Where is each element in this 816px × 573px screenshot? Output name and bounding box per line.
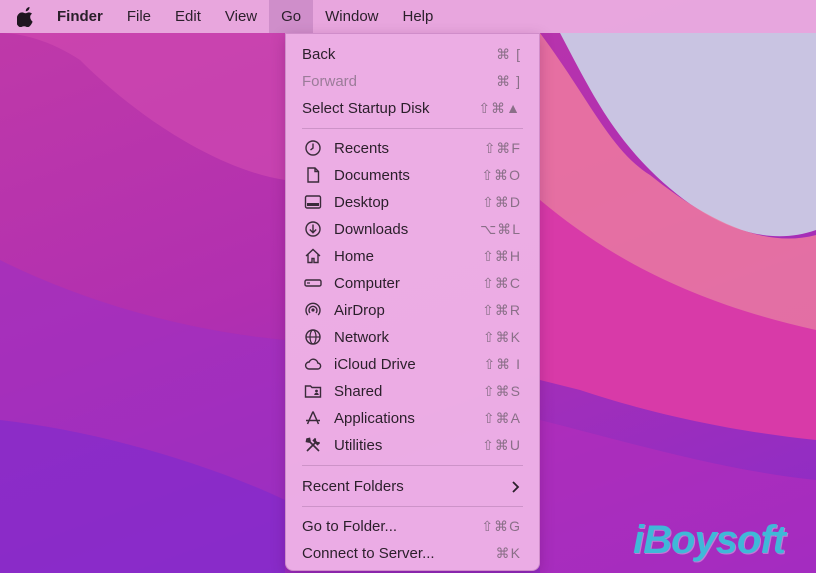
shortcut-label: ⇧⌘▲ — [478, 100, 521, 116]
menu-item-label: AirDrop — [334, 302, 385, 319]
menu-item-desktop[interactable]: Desktop ⇧⌘D — [286, 189, 539, 216]
computer-icon — [304, 274, 322, 292]
shortcut-label: ⇧⌘H — [482, 248, 521, 264]
menu-item-select-startup-disk[interactable]: Select Startup Disk ⇧⌘▲ — [286, 95, 539, 122]
menu-item-recent-folders[interactable]: Recent Folders — [286, 473, 539, 500]
clock-icon — [304, 139, 322, 157]
shortcut-label: ⇧⌘G — [481, 518, 521, 534]
cloud-icon — [304, 355, 322, 373]
menu-item-label: Documents — [334, 167, 410, 184]
menu-item-label: Applications — [334, 410, 415, 427]
chevron-right-icon — [512, 480, 520, 493]
shortcut-label: ⇧⌘K — [482, 329, 521, 345]
menu-item-label: Recents — [334, 140, 390, 157]
menu-item-network[interactable]: Network ⇧⌘K — [286, 324, 539, 351]
menubar-edit[interactable]: Edit — [163, 0, 213, 33]
menu-separator — [302, 465, 523, 466]
menu-item-label: iCloud Drive — [334, 356, 416, 373]
menu-item-label: Home — [334, 248, 375, 265]
menu-item-label: Forward — [302, 73, 358, 90]
shortcut-label: ⇧⌘A — [482, 410, 521, 426]
menu-item-recents[interactable]: Recents ⇧⌘F — [286, 135, 539, 162]
menu-item-home[interactable]: Home ⇧⌘H — [286, 243, 539, 270]
menu-item-go-to-folder[interactable]: Go to Folder... ⇧⌘G — [286, 513, 539, 540]
menu-item-documents[interactable]: Documents ⇧⌘O — [286, 162, 539, 189]
shortcut-label: ⇧⌘ I — [483, 356, 521, 372]
menu-item-utilities[interactable]: Utilities ⇧⌘U — [286, 432, 539, 459]
download-icon — [304, 220, 322, 238]
menu-item-label: Network — [334, 329, 390, 346]
menu-item-connect-to-server[interactable]: Connect to Server... ⌘K — [286, 540, 539, 567]
menu-item-airdrop[interactable]: AirDrop ⇧⌘R — [286, 297, 539, 324]
shortcut-label: ⇧⌘O — [481, 167, 521, 183]
menu-item-label: Utilities — [334, 437, 383, 454]
desktop-icon — [304, 193, 322, 211]
go-menu: Back ⌘ [ Forward ⌘ ] Select Startup Disk… — [285, 33, 540, 571]
home-icon — [304, 247, 322, 265]
menu-separator — [302, 128, 523, 129]
shortcut-label: ⌘K — [495, 545, 521, 561]
applications-icon — [304, 409, 322, 427]
menu-item-forward: Forward ⌘ ] — [286, 68, 539, 95]
shortcut-label: ⇧⌘C — [482, 275, 521, 291]
menu-item-back[interactable]: Back ⌘ [ — [286, 41, 539, 68]
apple-logo-icon[interactable] — [17, 6, 35, 27]
menu-item-label: Go to Folder... — [302, 518, 398, 535]
menubar-view[interactable]: View — [213, 0, 269, 33]
menu-item-label: Back — [302, 46, 336, 63]
menu-item-downloads[interactable]: Downloads ⌥⌘L — [286, 216, 539, 243]
menubar-finder[interactable]: Finder — [57, 0, 115, 33]
menu-bar: Finder File Edit View Go Window Help — [0, 0, 816, 33]
menu-item-applications[interactable]: Applications ⇧⌘A — [286, 405, 539, 432]
airdrop-icon — [304, 301, 322, 319]
menu-item-label: Computer — [334, 275, 400, 292]
menubar-file[interactable]: File — [115, 0, 163, 33]
shortcut-label: ⇧⌘R — [482, 302, 521, 318]
shortcut-label: ⇧⌘D — [482, 194, 521, 210]
shared-folder-icon — [304, 382, 322, 400]
shortcut-label: ⌘ ] — [496, 73, 521, 89]
menubar-window[interactable]: Window — [313, 0, 390, 33]
menu-separator — [302, 506, 523, 507]
menu-item-label: Recent Folders — [302, 478, 404, 495]
menu-item-computer[interactable]: Computer ⇧⌘C — [286, 270, 539, 297]
menubar-help[interactable]: Help — [391, 0, 446, 33]
menu-item-label: Downloads — [334, 221, 409, 238]
shortcut-label: ⌘ [ — [496, 46, 521, 62]
menu-item-icloud-drive[interactable]: iCloud Drive ⇧⌘ I — [286, 351, 539, 378]
menu-item-shared[interactable]: Shared ⇧⌘S — [286, 378, 539, 405]
menu-item-label: Shared — [334, 383, 383, 400]
iboysoft-watermark: iBoysoft — [633, 518, 786, 562]
menu-item-label: Connect to Server... — [302, 545, 435, 562]
shortcut-label: ⇧⌘F — [483, 140, 521, 156]
menu-item-label: Select Startup Disk — [302, 100, 430, 117]
menubar-go[interactable]: Go — [269, 0, 314, 33]
shortcut-label: ⌥⌘L — [480, 221, 521, 237]
network-globe-icon — [304, 328, 322, 346]
shortcut-label: ⇧⌘S — [482, 383, 521, 399]
utilities-tools-icon — [304, 436, 322, 454]
document-icon — [304, 166, 322, 184]
shortcut-label: ⇧⌘U — [482, 437, 521, 453]
menu-item-label: Desktop — [334, 194, 390, 211]
